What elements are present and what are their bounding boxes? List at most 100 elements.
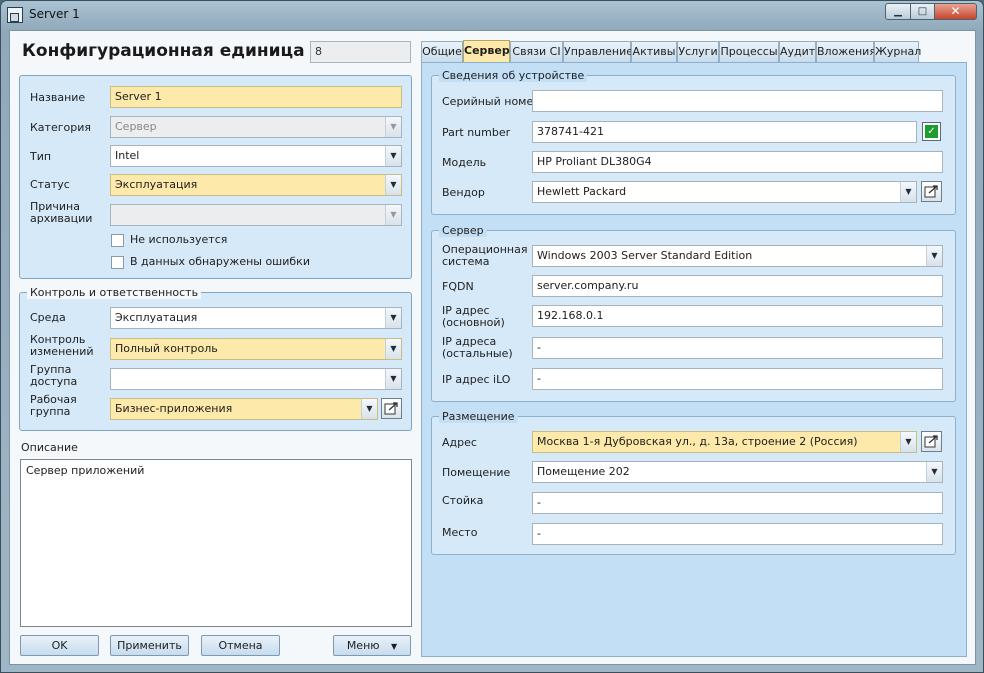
serial-input[interactable] xyxy=(532,90,943,112)
close-button[interactable]: ✕ xyxy=(934,3,977,20)
work-label-line2: группа xyxy=(30,405,71,418)
change-control-select[interactable]: Полный контроль ▼ xyxy=(110,338,402,360)
server-panel: Сервер Операционная система Windows 2003… xyxy=(431,224,956,402)
tab-journal[interactable]: Журнал xyxy=(874,41,921,62)
tab-services[interactable]: Услуги xyxy=(677,41,719,62)
room-label: Помещение xyxy=(442,466,511,479)
open-link-icon xyxy=(924,185,938,198)
server-tab-panel: Сведения об устройстве Серийный номер Pa… xyxy=(421,62,967,657)
place-label: Место xyxy=(442,526,478,539)
tab-audit[interactable]: Аудит xyxy=(779,41,816,62)
chevron-down-icon[interactable]: ▼ xyxy=(900,182,916,202)
tab-assets[interactable]: Активы xyxy=(631,41,677,62)
minimize-button[interactable]: ▁ xyxy=(885,3,911,20)
ip-other-input[interactable]: - xyxy=(532,337,943,359)
rack-label: Стойка xyxy=(442,494,484,507)
model-input[interactable]: HP Proliant DL380G4 xyxy=(532,151,943,173)
serial-label: Серийный номер xyxy=(442,95,541,108)
chevron-down-icon[interactable]: ▼ xyxy=(926,462,942,482)
location-legend: Размещение xyxy=(439,410,518,423)
room-value: Помещение 202 xyxy=(537,465,630,478)
archive-reason-select[interactable]: ▼ xyxy=(110,204,402,226)
ok-button[interactable]: OK xyxy=(20,635,99,656)
control-legend: Контроль и ответственность xyxy=(27,286,202,299)
os-select[interactable]: Windows 2003 Server Standard Edition ▼ xyxy=(532,245,943,267)
vendor-select[interactable]: Hewlett Packard ▼ xyxy=(532,181,917,203)
tab-management[interactable]: Управление xyxy=(563,41,633,62)
os-label-line2: система xyxy=(442,255,490,268)
ilo-input[interactable]: - xyxy=(532,368,943,390)
env-label: Среда xyxy=(30,311,66,324)
chevron-down-icon[interactable]: ▼ xyxy=(385,369,401,389)
apply-button[interactable]: Применить xyxy=(110,635,189,656)
type-select[interactable]: Intel ▼ xyxy=(110,145,402,167)
chevron-down-icon[interactable]: ▼ xyxy=(385,339,401,359)
env-select[interactable]: Эксплуатация ▼ xyxy=(110,307,402,329)
open-link-icon xyxy=(384,402,398,415)
part-number-input[interactable]: 378741-421 xyxy=(532,121,917,143)
part-number-label: Part number xyxy=(442,126,511,139)
window-title: Server 1 xyxy=(29,7,80,21)
maximize-button[interactable]: □ xyxy=(910,3,935,20)
errors-checkbox[interactable] xyxy=(111,256,124,269)
model-label: Модель xyxy=(442,156,487,169)
errors-label: В данных обнаружены ошибки xyxy=(130,255,310,268)
open-vendor-button[interactable] xyxy=(921,181,942,202)
category-select[interactable]: Сервер ▼ xyxy=(110,116,402,138)
chevron-down-icon: ▼ xyxy=(385,205,401,225)
vendor-label: Вендор xyxy=(442,186,485,199)
access-label-line2: доступа xyxy=(30,375,78,388)
id-field[interactable]: 8 xyxy=(310,41,411,63)
menu-button[interactable]: Меню ▼ xyxy=(333,635,411,656)
general-panel: Название Server 1 Категория Сервер ▼ Тип… xyxy=(19,75,412,279)
tab-attachments[interactable]: Вложения xyxy=(816,41,876,62)
address-select[interactable]: Москва 1-я Дубровская ул., д. 13а, строе… xyxy=(532,431,917,453)
status-select[interactable]: Эксплуатация ▼ xyxy=(110,174,402,196)
name-input[interactable]: Server 1 xyxy=(110,86,402,108)
chevron-down-icon: ▼ xyxy=(391,642,398,651)
type-value: Intel xyxy=(115,149,140,162)
status-label: Статус xyxy=(30,178,70,191)
place-input[interactable]: - xyxy=(532,523,943,545)
ip-main-input[interactable]: 192.168.0.1 xyxy=(532,305,943,327)
open-work-group-button[interactable] xyxy=(381,398,402,419)
open-link-icon xyxy=(924,435,938,448)
tab-server[interactable]: Сервер xyxy=(463,40,510,63)
tab-general[interactable]: Общие xyxy=(421,41,463,62)
change-control-value: Полный контроль xyxy=(115,342,218,355)
room-select[interactable]: Помещение 202 ▼ xyxy=(532,461,943,483)
unused-checkbox[interactable] xyxy=(111,234,124,247)
verify-button[interactable]: ✓ xyxy=(922,122,941,141)
chevron-down-icon[interactable]: ▼ xyxy=(385,175,401,195)
device-panel: Сведения об устройстве Серийный номер Pa… xyxy=(431,69,956,215)
fqdn-input[interactable]: server.company.ru xyxy=(532,275,943,297)
chevron-down-icon: ▼ xyxy=(385,117,401,137)
title-bar[interactable]: Server 1 ▁ □ ✕ xyxy=(1,1,983,29)
os-value: Windows 2003 Server Standard Edition xyxy=(537,249,753,262)
status-value: Эксплуатация xyxy=(115,178,198,191)
address-label: Адрес xyxy=(442,436,477,449)
access-group-select[interactable]: ▼ xyxy=(110,368,402,390)
cancel-button[interactable]: Отмена xyxy=(201,635,280,656)
chevron-down-icon[interactable]: ▼ xyxy=(361,399,377,419)
control-panel: Контроль и ответственность Среда Эксплуа… xyxy=(19,286,412,431)
category-value: Сервер xyxy=(115,120,157,133)
tab-ci-links[interactable]: Связи CI xyxy=(510,41,563,62)
menu-label: Меню xyxy=(346,639,380,652)
chevron-down-icon[interactable]: ▼ xyxy=(926,246,942,266)
open-address-button[interactable] xyxy=(921,431,942,452)
rack-input[interactable]: - xyxy=(532,492,943,514)
fqdn-label: FQDN xyxy=(442,280,474,293)
app-icon xyxy=(7,7,23,23)
chevron-down-icon[interactable]: ▼ xyxy=(385,146,401,166)
work-group-select[interactable]: Бизнес-приложения ▼ xyxy=(110,398,378,420)
description-textarea[interactable]: Сервер приложений xyxy=(20,459,412,627)
location-panel: Размещение Адрес Москва 1-я Дубровская у… xyxy=(431,410,956,555)
server-legend: Сервер xyxy=(439,224,487,237)
archive-label-line2: архивации xyxy=(30,212,93,225)
chevron-down-icon[interactable]: ▼ xyxy=(385,308,401,328)
address-value: Москва 1-я Дубровская ул., д. 13а, строе… xyxy=(537,435,858,448)
chevron-down-icon[interactable]: ▼ xyxy=(900,432,916,452)
window: Server 1 ▁ □ ✕ Конфигурационная единица … xyxy=(0,0,984,673)
tab-processes[interactable]: Процессы xyxy=(719,41,779,62)
